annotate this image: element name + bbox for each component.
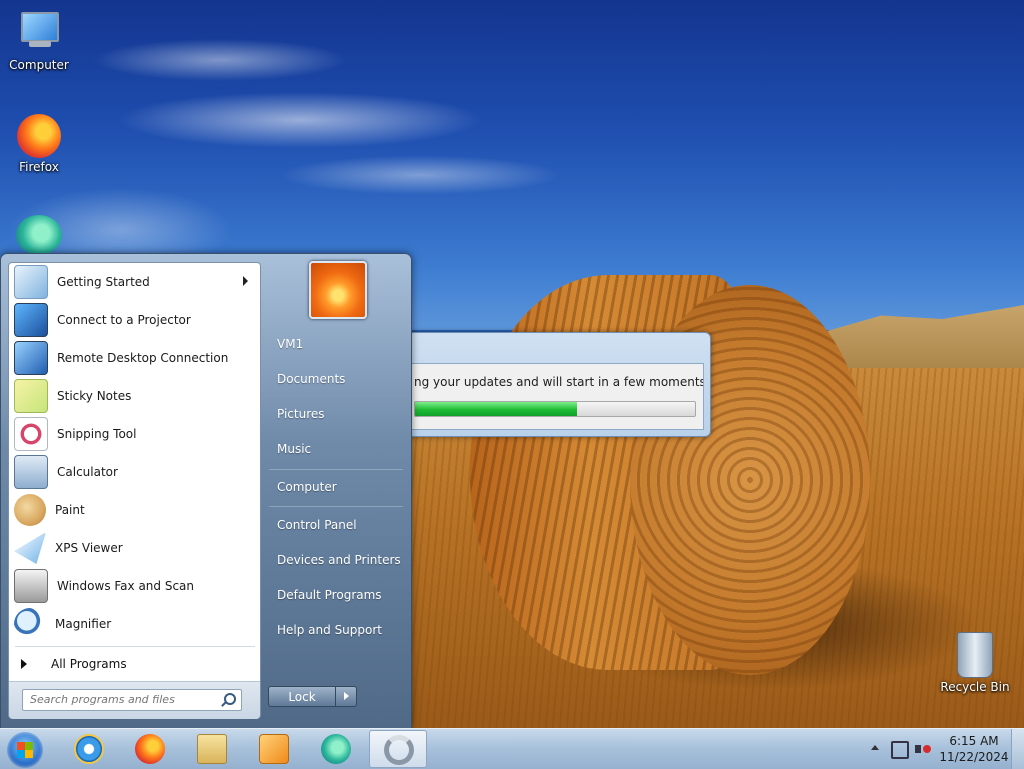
program-magnifier[interactable]: Magnifier [11,606,258,642]
right-item-user[interactable]: VM1 [269,329,403,359]
right-item-music[interactable]: Music [269,434,403,464]
program-calculator[interactable]: Calculator [11,454,258,490]
taskbar: 6:15 AM 11/22/2024 [0,728,1024,769]
edge-icon [321,734,351,764]
right-item-computer[interactable]: Computer [269,472,403,502]
search-icon[interactable] [224,693,236,705]
update-progress-bar [414,401,696,417]
program-sticky-notes[interactable]: Sticky Notes [11,378,258,414]
sticky-notes-icon [14,379,48,413]
right-item-help-support[interactable]: Help and Support [269,615,403,645]
right-separator [269,506,403,507]
remote-desktop-icon [14,341,48,375]
desktop-icon-label: Firefox [19,160,59,174]
media-player-icon [259,734,289,764]
desktop-icon-computer[interactable]: Computer [1,8,77,72]
taskbar-internet-explorer[interactable] [60,730,118,768]
taskbar-edge[interactable] [307,730,365,768]
program-label: Snipping Tool [57,427,137,441]
program-fax-scan[interactable]: Windows Fax and Scan [11,568,258,604]
xps-viewer-icon [14,532,46,564]
program-connect-projector[interactable]: Connect to a Projector [11,302,258,338]
magnifier-icon [14,608,46,640]
program-label: Windows Fax and Scan [57,579,195,593]
clock-time: 6:15 AM [949,734,999,748]
taskbar-firefox[interactable] [121,730,179,768]
search-input[interactable] [23,690,215,708]
program-label: Magnifier [55,617,112,631]
update-dialog[interactable]: ng your updates and will start in a few … [404,332,711,437]
search-box[interactable] [22,689,242,711]
right-item-devices-printers[interactable]: Devices and Printers [269,545,403,575]
right-item-default-programs[interactable]: Default Programs [269,580,403,610]
update-message: ng your updates and will start in a few … [414,375,703,389]
program-label: Paint [55,503,85,517]
show-desktop-button[interactable] [1011,729,1024,769]
program-remote-desktop[interactable]: Remote Desktop Connection [11,340,258,376]
clock[interactable]: 6:15 AM 11/22/2024 [939,733,1009,765]
file-explorer-icon [197,734,227,764]
recycle-bin-icon [957,632,993,678]
program-label: Connect to a Projector [57,313,191,327]
taskbar-media-player[interactable] [245,730,303,768]
submenu-arrow-icon[interactable] [243,276,248,286]
taskbar-windows-update[interactable] [369,730,427,768]
getting-started-icon [14,265,48,299]
start-menu: Getting Started Connect to a Projector R… [0,253,412,730]
computer-icon [15,8,63,56]
right-item-documents[interactable]: Documents [269,364,403,394]
right-separator [269,469,403,470]
desktop-icon-label: Computer [9,58,69,72]
program-label: Sticky Notes [57,389,132,403]
all-programs-label: All Programs [51,657,127,671]
lock-button[interactable]: Lock [268,686,336,707]
show-hidden-icons-icon[interactable] [871,745,879,750]
taskbar-file-explorer[interactable] [183,730,241,768]
program-getting-started[interactable]: Getting Started [11,264,258,300]
program-label: XPS Viewer [55,541,123,555]
projector-icon [14,303,48,337]
program-paint[interactable]: Paint [11,492,258,528]
update-spinner-icon [384,735,414,765]
right-item-control-panel[interactable]: Control Panel [269,510,403,540]
shutdown-options-arrow-icon[interactable] [335,686,357,707]
program-label: Calculator [57,465,118,479]
update-dialog-content: ng your updates and will start in a few … [411,363,704,430]
user-picture[interactable] [309,261,367,319]
fax-scan-icon [14,569,48,603]
program-label: Remote Desktop Connection [57,351,229,365]
all-programs-button[interactable]: All Programs [19,653,255,675]
internet-explorer-icon [74,734,104,764]
snipping-tool-icon [14,417,48,451]
edge-icon [16,215,62,255]
update-progress-fill [415,402,578,416]
desktop-icon-edge[interactable] [1,215,77,257]
windows-logo-icon [17,742,33,758]
right-item-pictures[interactable]: Pictures [269,399,403,429]
firefox-icon [135,734,165,764]
desktop-icon-firefox[interactable]: Firefox [1,114,77,174]
volume-muted-icon[interactable] [915,741,931,757]
calculator-icon [14,455,48,489]
network-icon[interactable] [891,741,909,759]
clock-date: 11/22/2024 [939,750,1009,764]
start-menu-programs-pane: Getting Started Connect to a Projector R… [8,262,261,719]
paint-icon [14,494,46,526]
start-button[interactable] [7,732,43,768]
program-snipping-tool[interactable]: Snipping Tool [11,416,258,452]
chevron-right-icon [21,659,27,669]
desktop-icon-label: Recycle Bin [940,680,1010,694]
program-label: Getting Started [57,275,150,289]
desktop-icon-recycle-bin[interactable]: Recycle Bin [937,632,1013,694]
programs-separator [15,646,255,647]
firefox-icon [17,114,61,158]
program-xps-viewer[interactable]: XPS Viewer [11,530,258,566]
search-area [9,681,260,719]
